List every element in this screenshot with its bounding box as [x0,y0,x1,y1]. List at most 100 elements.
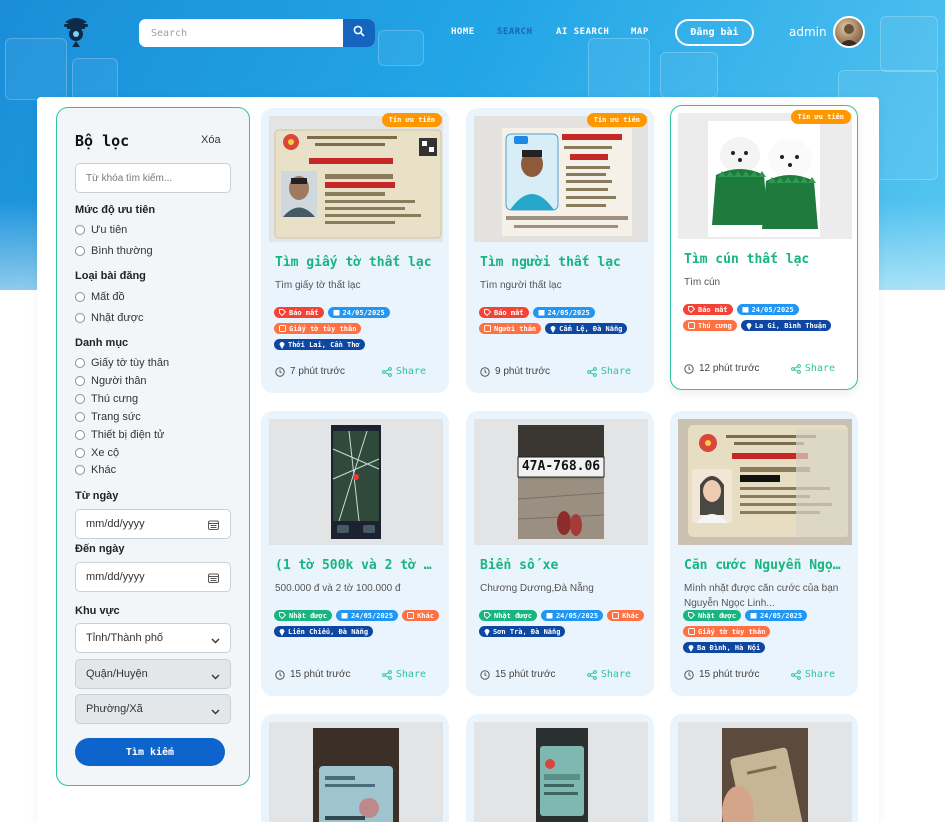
search-button[interactable] [343,19,375,47]
share-label: Share [600,669,631,680]
province-select[interactable]: Tỉnh/Thành phố [75,623,231,653]
priority-option-binh-thuong[interactable]: Bình thường [75,245,153,257]
post-title[interactable]: Căn cước Nguyễn Ngọc Linh [684,558,846,573]
post-description: Tìm người thất lạc [480,280,562,291]
from-date-input[interactable]: mm/dd/yyyy [75,509,231,539]
post-title[interactable]: (1 tờ 500k và 2 tờ 100k) [275,558,437,573]
tag-label: Nhặt được [494,611,532,620]
post-title[interactable]: Biển số xe [480,558,642,573]
location-pin-icon [746,322,752,330]
radio-button[interactable] [75,448,85,458]
post-card[interactable] [466,714,654,822]
radio-button[interactable] [75,465,85,475]
username[interactable]: admin [789,25,827,39]
post-card[interactable] [261,714,449,822]
category-option[interactable]: Thiết bị điện tử [75,429,164,441]
search-submit-button[interactable]: Tìm kiếm [75,738,225,766]
post-title[interactable]: Tìm người thất lạc [480,255,642,270]
tag-label: Nhặt được [698,611,736,620]
tag-label: Giấy tờ tùy thân [289,324,357,333]
tag-label: Cẩm Lệ, Đà Nẵng [559,324,623,333]
filter-title: Bộ lọc [75,132,130,150]
post-image[interactable] [269,722,443,822]
tag-label: 24/05/2025 [555,611,599,620]
keyword-input[interactable] [75,163,231,193]
category-option[interactable]: Người thân [75,375,147,387]
status-tag: Nhặt được [274,610,332,621]
post-image[interactable] [269,419,443,545]
post-tags: Nhặt được 24/05/2025 Khác Liên Chiểu, Đà… [274,610,444,642]
share-button[interactable]: Share [790,669,835,680]
radio-button[interactable] [75,394,85,404]
share-button[interactable]: Share [586,669,631,680]
priority-badge: Tin ưu tiên [790,110,851,124]
post-image[interactable] [678,113,852,239]
radio-button[interactable] [75,225,85,235]
nav-link-map[interactable]: MAP [631,27,649,37]
calendar-icon[interactable] [208,520,219,533]
clear-filter-button[interactable]: Xóa [201,134,221,146]
avatar[interactable] [833,16,865,48]
share-label: Share [804,669,835,680]
post-image[interactable] [678,419,852,545]
share-button[interactable]: Share [381,366,426,377]
district-select[interactable]: Quận/Huyện [75,659,231,689]
tag-label: Ba Đình, Hà Nội [697,643,761,652]
category-option[interactable]: Giấy tờ tùy thân [75,357,169,369]
radio-button[interactable] [75,292,85,302]
logo-icon[interactable] [61,14,91,50]
status-tag: Nhặt được [479,610,537,621]
radio-button[interactable] [75,430,85,440]
post-image[interactable] [678,722,852,822]
calendar-icon [333,309,340,316]
type-option-nhat-duoc[interactable]: Nhặt được [75,312,144,324]
radio-button[interactable] [75,376,85,386]
to-date-input[interactable]: mm/dd/yyyy [75,562,231,592]
post-card[interactable]: 47A-768.06 Biển số xe Chương Dương,Đà Nẵ… [466,411,654,696]
post-image[interactable] [474,116,648,242]
post-image[interactable] [474,722,648,822]
tag-label: 24/05/2025 [751,305,794,314]
status-tag: Nhặt được [683,610,741,621]
priority-option-uu-tien[interactable]: Ưu tiên [75,224,127,236]
category-option[interactable]: Xe cộ [75,447,119,459]
post-title[interactable]: Tìm giấy tờ thất lạc [275,255,437,270]
category-label: Danh mục [75,337,129,349]
calendar-icon[interactable] [208,573,219,586]
nav-link-ai-search[interactable]: AI SEARCH [556,27,609,37]
search-input[interactable] [139,19,343,47]
date-tag: 24/05/2025 [532,307,595,318]
share-button[interactable]: Share [586,366,631,377]
box-icon [688,628,695,635]
category-option[interactable]: Thú cưng [75,393,138,405]
post-button[interactable]: Đăng bài [675,19,754,46]
share-button[interactable]: Share [790,363,835,374]
radio-button[interactable] [75,313,85,323]
ward-select[interactable]: Phường/Xã [75,694,231,724]
nav-link-search[interactable]: SEARCH [497,27,533,37]
post-card[interactable] [670,714,858,822]
nav-link-home[interactable]: HOME [451,27,475,37]
post-title[interactable]: Tìm cún thất lạc [684,252,846,267]
time-label: 15 phút trước [290,669,351,680]
category-option[interactable]: Trang sức [75,411,141,423]
from-date-label: Từ ngày [75,490,119,502]
post-card[interactable]: Tin ưu tiên Tìm giấy tờ thất lạc Tìm giấ… [261,108,449,393]
location-tag: Cẩm Lệ, Đà Nẵng [545,323,628,334]
post-image[interactable]: 47A-768.06 [474,419,648,545]
radio-button[interactable] [75,358,85,368]
category-option[interactable]: Khác [75,464,116,476]
share-button[interactable]: Share [381,669,426,680]
post-description: Mình nhặt được căn cước của bạn Nguyễn N… [684,583,839,609]
post-time: 9 phút trước [480,366,550,377]
type-option-mat-do[interactable]: Mất đồ [75,291,125,303]
clock-icon [275,366,285,377]
post-card[interactable]: (1 tờ 500k và 2 tờ 100k) 500.000 đ và 2 … [261,411,449,696]
option-label: Xe cộ [91,447,120,459]
post-card[interactable]: Tin ưu tiên Tìm người thất lạc Tìm người… [466,108,654,393]
post-card[interactable]: Căn cước Nguyễn Ngọc Linh Mình nhặt được… [670,411,858,696]
post-card[interactable]: Tin ưu tiên Tìm cún thất lạc Tìm cún Báo… [670,105,858,390]
post-image[interactable] [269,116,443,242]
radio-button[interactable] [75,412,85,422]
radio-button[interactable] [75,246,85,256]
